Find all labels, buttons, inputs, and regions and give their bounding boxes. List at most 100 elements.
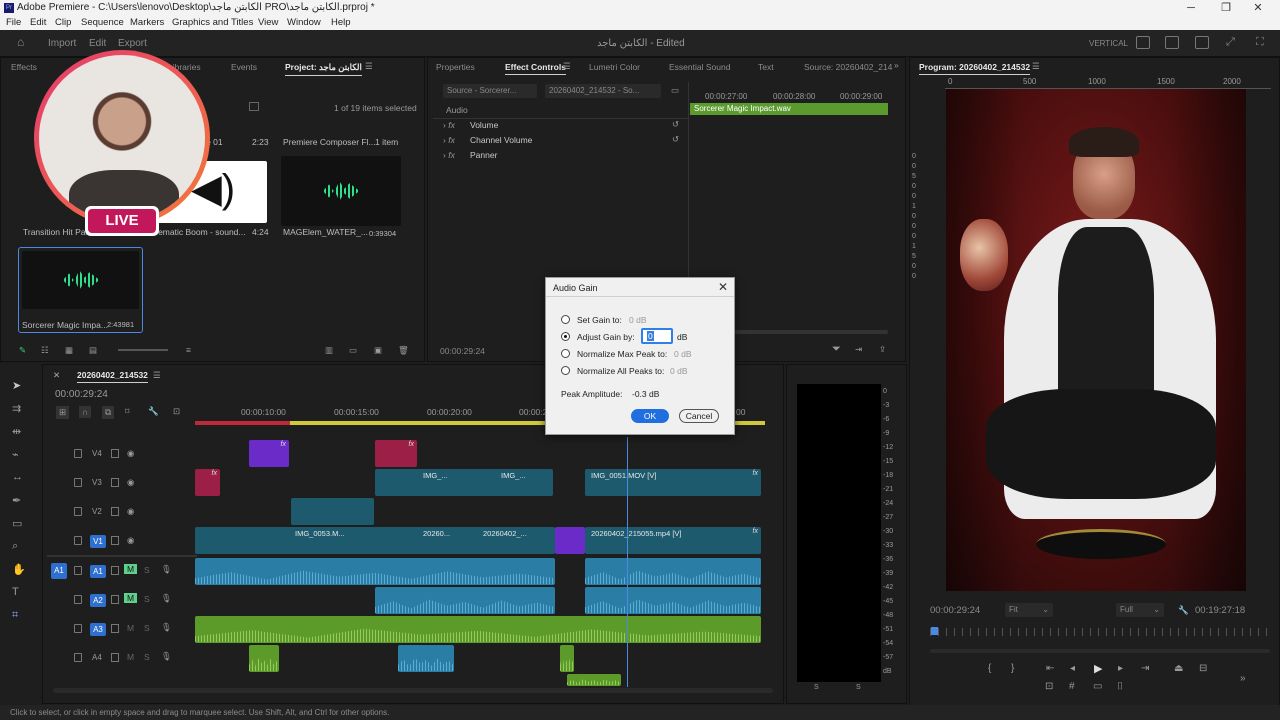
menu-sequence[interactable]: Sequence: [81, 17, 124, 28]
timeline-clip[interactable]: IMG_0053.M... 20260... 20260402_...: [195, 527, 555, 554]
mute-button[interactable]: M: [124, 564, 138, 574]
menu-file[interactable]: File: [6, 17, 21, 28]
effect-panner[interactable]: Panner: [470, 150, 497, 160]
close-icon[interactable]: ✕: [718, 280, 728, 294]
close-button[interactable]: ✕: [1243, 0, 1273, 16]
timeline-close-icon[interactable]: ✕: [53, 370, 60, 381]
tab-events[interactable]: Events: [231, 62, 257, 72]
wrench-icon[interactable]: 🔧: [1178, 605, 1189, 616]
more-controls-icon[interactable]: »: [1240, 673, 1246, 684]
lock-icon[interactable]: [74, 449, 82, 458]
audio-clip[interactable]: [398, 645, 454, 672]
export-tab[interactable]: Export: [118, 38, 147, 49]
reset-icon[interactable]: ↺: [672, 134, 679, 145]
eye-icon[interactable]: ◉: [127, 506, 134, 517]
effect-volume[interactable]: Volume: [470, 120, 498, 130]
program-scrubber[interactable]: [930, 628, 1270, 636]
audio-clip[interactable]: [585, 558, 761, 585]
solo-left[interactable]: S: [814, 684, 819, 691]
project-item-name[interactable]: MAGElem_WATER_...: [283, 227, 368, 237]
selected-project-item[interactable]: Sorcerer Magic Impa... 2:43981: [18, 247, 143, 333]
more-tabs-icon[interactable]: »: [894, 60, 899, 70]
marker-icon[interactable]: ⌑: [125, 406, 129, 417]
play-clip-icon[interactable]: ▭: [671, 85, 679, 96]
timeline-clip[interactable]: fx: [195, 469, 220, 496]
go-to-out-icon[interactable]: ⇥: [1141, 663, 1149, 674]
ripple-edit-icon[interactable]: ⇹: [12, 425, 21, 438]
menu-edit[interactable]: Edit: [30, 17, 46, 28]
mic-icon[interactable]: 🎙: [161, 651, 172, 662]
sync-icon[interactable]: [111, 595, 119, 604]
source-chip[interactable]: Source - Sorcerer...: [443, 84, 537, 98]
pen-icon[interactable]: ✒: [12, 494, 21, 507]
list-view-icon[interactable]: ☷: [41, 345, 49, 356]
channel-volume-expand-icon[interactable]: › fx: [443, 135, 455, 145]
safe-margins-icon[interactable]: ⊡: [1045, 681, 1053, 692]
nest-icon[interactable]: ⊞: [56, 406, 70, 419]
audio-clip[interactable]: [195, 558, 555, 585]
tab-source[interactable]: Source: 20260402_214: [804, 62, 892, 72]
pencil-icon[interactable]: ✎: [19, 345, 26, 356]
solo-right[interactable]: S: [856, 684, 861, 691]
lock-icon[interactable]: [74, 624, 82, 633]
sequence-chip[interactable]: 20260402_214532 - So...: [545, 84, 661, 98]
solo-button[interactable]: S: [144, 565, 150, 575]
audio-clip[interactable]: [375, 587, 555, 614]
selection-tool-icon[interactable]: ➤: [12, 379, 21, 392]
mute-button[interactable]: M: [127, 652, 134, 662]
share-icon[interactable]: [1165, 36, 1179, 49]
mute-button[interactable]: M: [127, 623, 134, 633]
slip-icon[interactable]: ↔: [12, 471, 23, 483]
vertical-label[interactable]: VERTICAL: [1089, 39, 1128, 48]
ok-button[interactable]: OK: [631, 409, 669, 423]
eye-icon[interactable]: ◉: [127, 477, 134, 488]
radio-button[interactable]: [561, 366, 570, 375]
sequence-menu-icon[interactable]: ☰: [153, 370, 161, 381]
tab-project[interactable]: Project: الكابتن ماجد: [285, 62, 362, 76]
icon-view-icon[interactable]: ▦: [65, 345, 73, 356]
sync-icon[interactable]: [111, 653, 119, 662]
timeline-clip[interactable]: IMG_... IMG_...: [375, 469, 553, 496]
track-target-a2[interactable]: A2: [90, 594, 106, 607]
zoom-tool-icon[interactable]: ⌕: [12, 540, 18, 553]
audio-clip[interactable]: [567, 674, 621, 686]
mute-button[interactable]: M: [124, 593, 138, 603]
snap-icon[interactable]: ∩: [79, 406, 92, 418]
magelem-thumbnail[interactable]: [281, 156, 401, 226]
mic-icon[interactable]: 🎙: [161, 593, 172, 604]
home-icon[interactable]: ⌂: [17, 35, 24, 49]
sync-icon[interactable]: [111, 507, 119, 516]
tab-lumetri-color[interactable]: Lumetri Color: [589, 62, 640, 72]
audio-clip[interactable]: [195, 616, 761, 643]
program-playhead[interactable]: [931, 627, 938, 635]
edit-tab[interactable]: Edit: [89, 38, 106, 49]
adjust-gain-input[interactable]: 0: [641, 328, 673, 344]
timeline-clip[interactable]: 20260402_215055.mp4 [V] fx: [585, 527, 761, 554]
solo-button[interactable]: S: [144, 623, 150, 633]
timeline-timecode[interactable]: 00:00:29:24: [55, 389, 108, 400]
go-to-in-icon[interactable]: ⇤: [1046, 663, 1054, 674]
settings-icon[interactable]: 🔧: [148, 406, 159, 417]
program-menu-icon[interactable]: ☰: [1032, 61, 1040, 72]
project-item-name[interactable]: Transition Hit Pa...: [23, 227, 93, 237]
audio-clip[interactable]: [585, 587, 761, 614]
radio-button[interactable]: [561, 315, 570, 324]
caption-icon[interactable]: ⌗: [12, 609, 18, 622]
lock-icon[interactable]: [74, 536, 82, 545]
timeline-clip[interactable]: [555, 527, 585, 554]
effect-channel-volume[interactable]: Channel Volume: [470, 135, 532, 145]
lock-icon[interactable]: [74, 653, 82, 662]
menu-help[interactable]: Help: [331, 17, 351, 28]
playhead[interactable]: [627, 437, 628, 687]
reset-icon[interactable]: ↺: [672, 119, 679, 130]
audio-clip[interactable]: [249, 645, 279, 672]
linked-icon[interactable]: ⧉: [102, 406, 115, 419]
source-patch-a1[interactable]: A1: [51, 563, 67, 579]
tab-effects[interactable]: Effects: [11, 62, 37, 72]
effect-clip-bar[interactable]: Sorcerer Magic Impact.wav: [690, 103, 888, 115]
menu-view[interactable]: View: [258, 17, 278, 28]
tab-program[interactable]: Program: 20260402_214532: [919, 62, 1031, 75]
zoom-slider[interactable]: [118, 349, 168, 351]
menu-markers[interactable]: Markers: [130, 17, 164, 28]
new-bin-button[interactable]: ▣: [374, 345, 382, 356]
